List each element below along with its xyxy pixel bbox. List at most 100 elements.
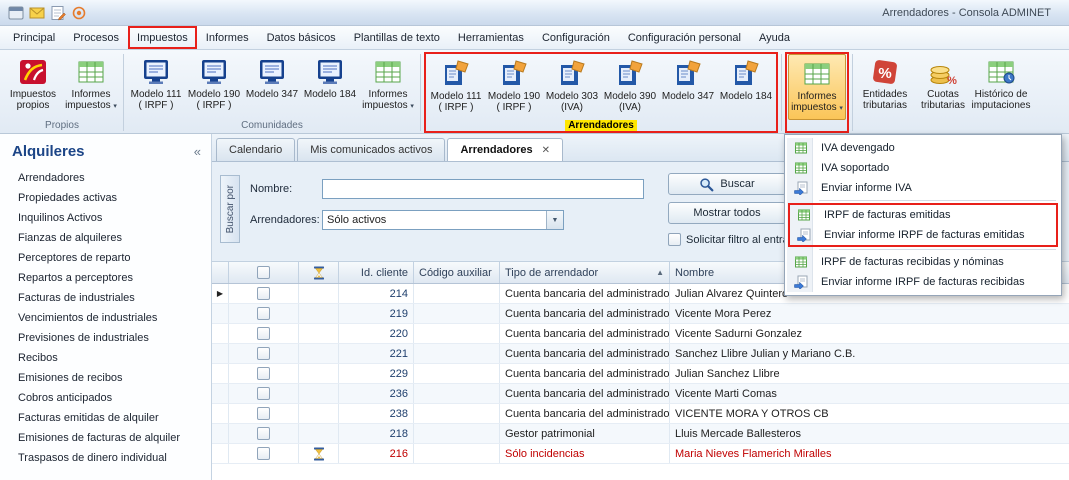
ribbon-2-modelo-390-iva-button[interactable]: Modelo 390 (IVA): [601, 54, 659, 120]
grid-header-codigo[interactable]: Código auxiliar: [414, 262, 500, 283]
cell-tipo-arrendador: Cuenta bancaria del administrador: [500, 324, 670, 343]
grid-row-219[interactable]: 219Cuenta bancaria del administradorVice…: [212, 304, 1069, 324]
sidebar-item-recibos[interactable]: Recibos: [0, 348, 211, 368]
ribbon-2-modelo-347-button[interactable]: Modelo 347: [659, 54, 717, 120]
mail-icon[interactable]: [29, 5, 45, 21]
ribbon-1-modelo-111-irpf-button[interactable]: Modelo 111 ( IRPF ): [127, 52, 185, 118]
menu-item-irpf-de-facturas-emitidas[interactable]: IRPF de facturas emitidas: [790, 205, 1056, 225]
sidebar-item-emisiones-de-recibos[interactable]: Emisiones de recibos: [0, 368, 211, 388]
menu-item-enviar-informe-iva[interactable]: Enviar informe IVA: [787, 178, 1059, 198]
ribbon-2-modelo-190-irpf-button[interactable]: Modelo 190 ( IRPF ): [485, 54, 543, 120]
cell-nombre: Lluis Mercade Ballesteros: [670, 424, 1069, 443]
row-checkbox[interactable]: [257, 347, 270, 360]
header-checkbox[interactable]: [257, 266, 270, 279]
menu-item-configuracion-personal[interactable]: Configuración personal: [619, 26, 750, 49]
grid-row-229[interactable]: 229Cuenta bancaria del administradorJuli…: [212, 364, 1069, 384]
filter-checkbox[interactable]: [668, 233, 681, 246]
chevron-down-icon[interactable]: ▼: [546, 211, 563, 229]
window-icon[interactable]: [8, 5, 24, 21]
sidebar-item-propiedades-activas[interactable]: Propiedades activas: [0, 188, 211, 208]
grid-header-select: [212, 262, 229, 283]
row-checkbox[interactable]: [257, 367, 270, 380]
ribbon-1-modelo-184-button[interactable]: Modelo 184: [301, 52, 359, 118]
row-checkbox[interactable]: [257, 287, 270, 300]
buscar-button[interactable]: Buscar: [668, 173, 786, 195]
menu-item-herramientas[interactable]: Herramientas: [449, 26, 533, 49]
ribbon-2-modelo-111-irpf-button[interactable]: Modelo 111 ( IRPF ): [427, 54, 485, 120]
svg-text:%: %: [947, 75, 957, 87]
menu-item-iva-devengado[interactable]: IVA devengado: [787, 138, 1059, 158]
menu-item-datos-basicos[interactable]: Datos básicos: [258, 26, 345, 49]
sidebar-item-emisiones-de-facturas-de-alquiler[interactable]: Emisiones de facturas de alquiler: [0, 428, 211, 448]
ribbon-2-modelo-184-button[interactable]: Modelo 184: [717, 54, 775, 120]
row-checkbox[interactable]: [257, 447, 270, 460]
cell-id-cliente: 214: [339, 284, 414, 303]
grid-row-238[interactable]: 238Cuenta bancaria del administradorVICE…: [212, 404, 1069, 424]
grid-header-id[interactable]: Id. cliente: [339, 262, 414, 283]
tab-mis-comunicados-activos[interactable]: Mis comunicados activos: [297, 138, 445, 161]
ribbon-0-impuestos-propios-button[interactable]: Impuestos propios: [4, 52, 62, 118]
nombre-input[interactable]: [322, 179, 644, 199]
menu-item-procesos[interactable]: Procesos: [64, 26, 128, 49]
row-checkbox[interactable]: [257, 407, 270, 420]
menu-item-impuestos[interactable]: Impuestos: [128, 26, 197, 49]
sidebar-item-inquilinos-activos[interactable]: Inquilinos Activos: [0, 208, 211, 228]
menu-item-enviar-informe-irpf-de-facturas-recibidas[interactable]: Enviar informe IRPF de facturas recibida…: [787, 272, 1059, 292]
sidebar-item-perceptores-de-reparto[interactable]: Perceptores de reparto: [0, 248, 211, 268]
grid-header-flag[interactable]: [299, 262, 339, 283]
grid-row-218[interactable]: 218Gestor patrimonialLluis Mercade Balle…: [212, 424, 1069, 444]
cell-nombre: Julian Sanchez Llibre: [670, 364, 1069, 383]
sidebar-item-facturas-de-industriales[interactable]: Facturas de industriales: [0, 288, 211, 308]
grid-row-236[interactable]: 236Cuenta bancaria del administradorVice…: [212, 384, 1069, 404]
menu-item-enviar-informe-irpf-de-facturas-emitidas[interactable]: Enviar informe IRPF de facturas emitidas: [790, 225, 1056, 245]
ribbon-0-informes-impuestos-button[interactable]: Informes impuestos ▾: [62, 52, 120, 118]
sidebar-item-traspasos-de-dinero-individual[interactable]: Traspasos de dinero individual: [0, 448, 211, 468]
sidebar-item-fianzas-de-alquileres[interactable]: Fianzas de alquileres: [0, 228, 211, 248]
sidebar-item-repartos-a-perceptores[interactable]: Repartos a perceptores: [0, 268, 211, 288]
tab-calendario[interactable]: Calendario: [216, 138, 295, 161]
menu-item-iva-soportado[interactable]: IVA soportado: [787, 158, 1059, 178]
menu-item-plantillas-de-texto[interactable]: Plantillas de texto: [345, 26, 449, 49]
sidebar-item-cobros-anticipados[interactable]: Cobros anticipados: [0, 388, 211, 408]
grid-row-216[interactable]: 216Sólo incidenciasMaria Nieves Flameric…: [212, 444, 1069, 464]
filter-checkbox-row[interactable]: Solicitar filtro al entrar: [668, 233, 792, 246]
ribbon-2-modelo-303-iva-button[interactable]: Modelo 303 (IVA): [543, 54, 601, 120]
ribbon-1-modelo-347-button[interactable]: Modelo 347: [243, 52, 301, 118]
tab-arrendadores[interactable]: Arrendadores✕: [447, 138, 563, 161]
ribbon-group-propios: Impuestos propiosInformes impuestos ▾Pro…: [4, 52, 120, 133]
menu-item-configuracion[interactable]: Configuración: [533, 26, 619, 49]
sidebar-item-facturas-emitidas-de-alquiler[interactable]: Facturas emitidas de alquiler: [0, 408, 211, 428]
tab-close-icon[interactable]: ✕: [542, 145, 550, 156]
ribbon-x-cuotas-tributarias-button[interactable]: %Cuotas tributarias: [914, 52, 972, 118]
menu-separator: [819, 249, 1056, 250]
menu-item-ayuda[interactable]: Ayuda: [750, 26, 799, 49]
row-checkbox[interactable]: [257, 307, 270, 320]
sidebar-item-vencimientos-de-industriales[interactable]: Vencimientos de industriales: [0, 308, 211, 328]
grid-header-check[interactable]: [229, 262, 299, 283]
broadcast-icon[interactable]: [71, 5, 87, 21]
grid-row-220[interactable]: 220Cuenta bancaria del administradorVice…: [212, 324, 1069, 344]
grid-row-221[interactable]: 221Cuenta bancaria del administradorSanc…: [212, 344, 1069, 364]
row-checkbox[interactable]: [257, 387, 270, 400]
sidebar-item-arrendadores[interactable]: Arrendadores: [0, 168, 211, 188]
arrendadores-select[interactable]: Sólo activos ▼: [322, 210, 564, 230]
grid-header-tipo[interactable]: Tipo de arrendador▲: [500, 262, 670, 283]
menu-item-irpf-de-facturas-recibidas-y-nominas[interactable]: IRPF de facturas recibidas y nóminas: [787, 252, 1059, 272]
mostrar-todos-button[interactable]: Mostrar todos: [668, 202, 786, 224]
menu-item-informes[interactable]: Informes: [197, 26, 258, 49]
ribbon-1-informes-impuestos-button[interactable]: Informes impuestos ▾: [359, 52, 417, 118]
row-checkbox[interactable]: [257, 427, 270, 440]
row-checkbox[interactable]: [257, 327, 270, 340]
modelo-blue-icon: [257, 57, 287, 87]
ribbon-x-entidades-tributarias-button[interactable]: %Entidades tributarias: [856, 52, 914, 118]
report-icon: [794, 255, 808, 269]
cell-codigo-auxiliar: [414, 444, 500, 463]
ribbon-1-modelo-190-irpf-button[interactable]: Modelo 190 ( IRPF ): [185, 52, 243, 118]
ribbon-arr-informes-impuestos-button[interactable]: Informes impuestos ▾: [788, 54, 846, 120]
sidebar-collapse-icon[interactable]: «: [194, 144, 201, 159]
sidebar-item-previsiones-de-industriales[interactable]: Previsiones de industriales: [0, 328, 211, 348]
row-selector-cell: [212, 384, 229, 403]
notes-icon[interactable]: [50, 5, 66, 21]
menu-item-principal[interactable]: Principal: [4, 26, 64, 49]
ribbon-x-historico-de-imputaciones-button[interactable]: Histórico de imputaciones: [972, 52, 1030, 118]
